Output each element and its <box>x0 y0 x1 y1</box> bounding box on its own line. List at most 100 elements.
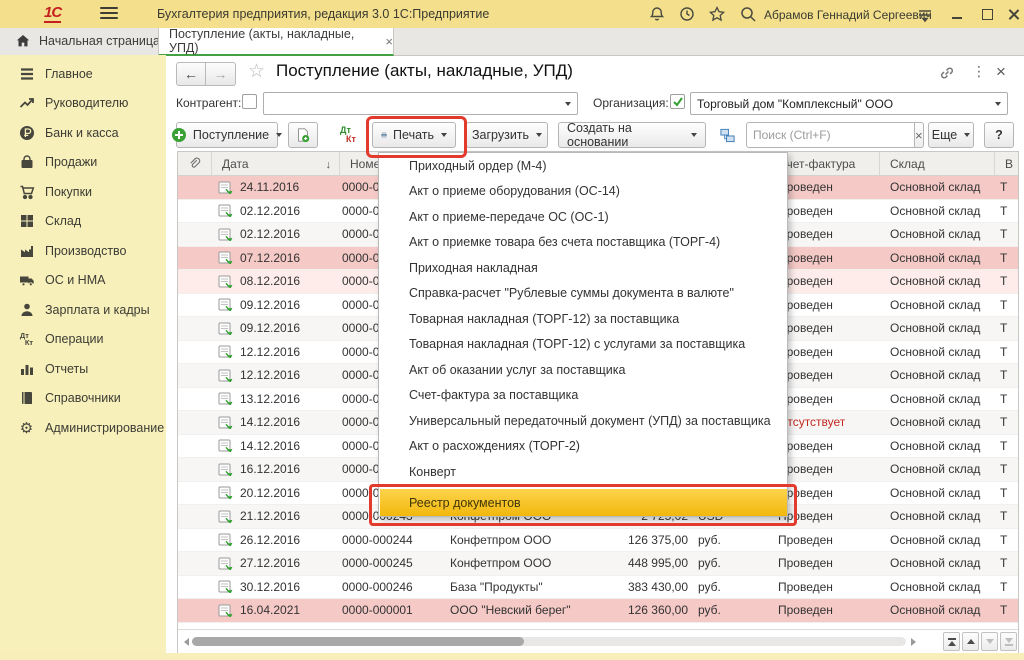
invoice-status-cell: Проведен <box>768 576 880 599</box>
go-next-row-button[interactable] <box>981 632 998 651</box>
table-row[interactable]: 27.12.2016 0000-000245 Конфетпром ООО 44… <box>178 552 1018 576</box>
combo-caret-icon[interactable] <box>559 102 577 106</box>
print-menu-item[interactable]: Счет-фактура за поставщика <box>379 383 787 409</box>
attach-cell <box>178 505 212 528</box>
close-form-icon[interactable] <box>996 62 1014 80</box>
add-to-favorites-star-icon[interactable]: ☆ <box>248 60 265 83</box>
factory-icon <box>18 242 35 259</box>
sidebar-item-bag[interactable]: Продажи <box>0 148 166 178</box>
search-area <box>746 122 918 148</box>
scroll-left-icon[interactable] <box>184 638 189 646</box>
date-cell: 24.11.2016 <box>212 176 340 199</box>
tab-close-icon[interactable] <box>385 35 393 48</box>
print-menu-item[interactable]: Приходный ордер (М-4) <box>379 153 787 179</box>
warehouse-cell: Основной склад <box>880 482 995 505</box>
history-icon[interactable] <box>678 5 696 23</box>
sidebar-item-menu[interactable]: Главное <box>0 59 166 89</box>
tab-receipts-active[interactable]: Поступление (акты, накладные, УПД) <box>158 28 394 56</box>
sidebar-item-dtkt[interactable]: ДтКт Операции <box>0 325 166 355</box>
scrollbar-thumb[interactable] <box>192 637 524 646</box>
extra-cell: Т <box>995 458 1018 481</box>
print-menu-item[interactable]: Универсальный передаточный документ (УПД… <box>379 408 787 434</box>
related-documents-button[interactable] <box>714 122 740 148</box>
load-button[interactable]: Загрузить <box>466 122 548 148</box>
attach-cell <box>178 270 212 293</box>
sidebar-item-cart[interactable]: Покупки <box>0 177 166 207</box>
table-row[interactable]: 26.12.2016 0000-000244 Конфетпром ООО 12… <box>178 529 1018 553</box>
organization-checkbox[interactable] <box>670 94 685 109</box>
close-window-button[interactable] <box>1006 6 1022 22</box>
sidebar-item-grid[interactable]: Склад <box>0 207 166 237</box>
forward-button[interactable]: → <box>206 62 236 86</box>
counterparty-checkbox[interactable] <box>242 94 257 109</box>
extra-cell: Т <box>995 364 1018 387</box>
global-search-icon[interactable] <box>739 5 757 23</box>
sidebar-item-gear[interactable]: ⚙ Администрирование <box>0 413 166 443</box>
warehouse-column-header[interactable]: Склад <box>880 152 995 175</box>
posted-document-icon <box>218 557 233 570</box>
print-menu-item[interactable]: Справка-расчет "Рублевые суммы документа… <box>379 281 787 307</box>
scroll-right-icon[interactable] <box>911 638 916 646</box>
print-menu-item[interactable]: Акт о расхождениях (ТОРГ-2) <box>379 434 787 460</box>
trend-icon <box>18 95 35 112</box>
print-menu-item-registry[interactable]: Реестр документов <box>380 489 787 516</box>
print-menu-item[interactable]: Приходная накладная <box>379 255 787 281</box>
tab-home-page[interactable]: Начальная страница <box>0 28 174 54</box>
table-row[interactable]: 16.04.2021 0000-000001 ООО "Невский бере… <box>178 599 1018 623</box>
favorites-star-icon[interactable] <box>708 5 726 23</box>
current-user[interactable]: Абрамов Геннадий Сергеевич <box>764 8 932 22</box>
attachment-column-header[interactable] <box>178 152 212 175</box>
scrollbar-track[interactable] <box>192 637 906 646</box>
table-row[interactable]: 30.12.2016 0000-000246 База "Продукты" 3… <box>178 576 1018 600</box>
date-cell: 13.12.2016 <box>212 388 340 411</box>
go-first-row-button[interactable] <box>943 632 960 651</box>
copy-document-button[interactable] <box>288 122 318 148</box>
print-menu-item[interactable]: Товарная накладная (ТОРГ-12) за поставщи… <box>379 306 787 332</box>
extra-column-header[interactable]: В <box>995 152 1018 175</box>
extra-cell: Т <box>995 576 1018 599</box>
attach-cell <box>178 247 212 270</box>
counterparty-cell: Конфетпром ООО <box>440 529 622 552</box>
cart-icon <box>18 183 35 200</box>
notifications-bell-icon[interactable] <box>648 5 666 23</box>
maximize-button[interactable] <box>980 6 996 22</box>
warehouse-cell: Основной склад <box>880 552 995 575</box>
extra-cell: Т <box>995 247 1018 270</box>
organization-combobox[interactable]: Торговый дом "Комплексный" ООО <box>690 92 1008 115</box>
sidebar-item-chart[interactable]: Отчеты <box>0 354 166 384</box>
more-actions-kebab-icon[interactable]: ⋮ <box>972 63 990 81</box>
search-clear-icon[interactable] <box>915 122 924 148</box>
go-previous-row-button[interactable] <box>962 632 979 651</box>
attach-cell <box>178 529 212 552</box>
show-postings-button[interactable]: ДтКт <box>332 122 364 148</box>
print-menu-item[interactable]: Акт о приеме-передаче ОС (ОС-1) <box>379 204 787 230</box>
sidebar-item-person[interactable]: Зарплата и кадры <box>0 295 166 325</box>
sidebar-item-truck[interactable]: ОС и НМА <box>0 266 166 296</box>
go-last-row-button[interactable] <box>1000 632 1017 651</box>
more-button[interactable]: Еще <box>928 122 974 148</box>
print-menu-item[interactable]: Акт о приеме оборудования (ОС-14) <box>379 179 787 205</box>
help-button[interactable]: ? <box>984 122 1014 148</box>
sidebar-item-ruble[interactable]: Банк и касса <box>0 118 166 148</box>
new-receipt-button[interactable]: Поступление <box>176 122 278 148</box>
print-button[interactable]: Печать <box>372 122 456 148</box>
date-column-header[interactable]: Дата <box>212 152 340 175</box>
combo-caret-icon[interactable] <box>989 102 1007 106</box>
sidebar-item-trend[interactable]: Руководителю <box>0 89 166 119</box>
main-menu-icon[interactable] <box>100 7 118 20</box>
print-menu-item[interactable]: Товарная накладная (ТОРГ-12) с услугами … <box>379 332 787 358</box>
get-link-icon[interactable] <box>938 64 956 82</box>
print-menu-item[interactable]: Акт о приемке товара без счета поставщик… <box>379 230 787 256</box>
back-button[interactable]: ← <box>176 62 206 86</box>
create-based-on-button[interactable]: Создать на основании <box>558 122 706 148</box>
extra-cell: Т <box>995 505 1018 528</box>
print-menu-item[interactable]: Конверт <box>379 459 787 485</box>
minimize-button[interactable] <box>950 6 966 22</box>
service-menu-icon[interactable] <box>916 5 934 23</box>
sidebar-item-book[interactable]: Справочники <box>0 384 166 414</box>
counterparty-combobox[interactable] <box>263 92 578 115</box>
print-menu-item[interactable]: Акт об оказании услуг за поставщика <box>379 357 787 383</box>
search-input[interactable] <box>746 122 915 148</box>
sidebar-item-factory[interactable]: Производство <box>0 236 166 266</box>
attach-cell <box>178 200 212 223</box>
